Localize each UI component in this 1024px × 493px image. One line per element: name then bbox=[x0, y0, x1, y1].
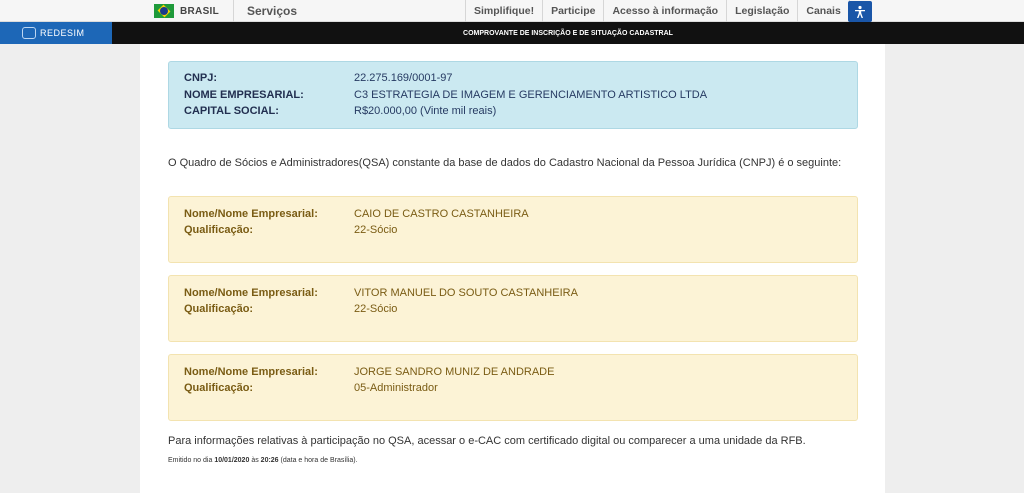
link-legislacao[interactable]: Legislação bbox=[727, 0, 799, 22]
main-content: CNPJ: 22.275.169/0001-97 NOME EMPRESARIA… bbox=[140, 44, 885, 493]
partner-name-value: JORGE SANDRO MUNIZ DE ANDRADE bbox=[354, 366, 555, 378]
gov-top-bar: BRASIL Serviços Simplifique! Participe A… bbox=[0, 0, 1024, 22]
link-simplifique[interactable]: Simplifique! bbox=[466, 0, 544, 22]
brazil-flag-icon bbox=[154, 4, 174, 18]
gov-links: Simplifique! Participe Acesso à informaç… bbox=[466, 0, 850, 22]
cnpj-label: CNPJ: bbox=[184, 72, 218, 84]
partner-role-value: 22-Sócio bbox=[354, 303, 398, 315]
partner-card: Nome/Nome Empresarial: CAIO DE CASTRO CA… bbox=[168, 196, 858, 263]
capital-value: R$20.000,00 (Vinte mil reais) bbox=[354, 105, 497, 117]
redesim-label: REDESIM bbox=[40, 28, 85, 38]
redesim-mark-icon bbox=[22, 27, 36, 39]
brasil-label: BRASIL bbox=[180, 5, 220, 17]
partner-role-value: 05-Administrador bbox=[354, 382, 438, 394]
company-name-label: NOME EMPRESARIAL: bbox=[184, 89, 304, 101]
partner-role-label: Qualificação: bbox=[184, 382, 254, 394]
emission-suffix: (data e hora de Brasília). bbox=[280, 457, 358, 464]
partner-name-label: Nome/Nome Empresarial: bbox=[184, 366, 318, 378]
partner-role-value: 22-Sócio bbox=[354, 224, 398, 236]
servicos-label: Serviços bbox=[247, 4, 298, 18]
company-name-value: C3 ESTRATEGIA DE IMAGEM E GERENCIAMENTO … bbox=[354, 89, 708, 101]
partner-name-label: Nome/Nome Empresarial: bbox=[184, 287, 318, 299]
redesim-logo[interactable]: REDESIM bbox=[0, 22, 112, 44]
link-canais[interactable]: Canais bbox=[798, 0, 850, 22]
link-acesso-informacao[interactable]: Acesso à informação bbox=[604, 0, 728, 22]
partner-name-label: Nome/Nome Empresarial: bbox=[184, 208, 318, 220]
emission-date: 10/01/2020 bbox=[214, 457, 250, 464]
emission-middle: às bbox=[251, 457, 259, 464]
accessibility-icon[interactable] bbox=[848, 1, 872, 22]
emission-prefix: Emitido no dia bbox=[168, 457, 213, 464]
company-info-box: CNPJ: 22.275.169/0001-97 NOME EMPRESARIA… bbox=[168, 61, 858, 129]
capital-label: CAPITAL SOCIAL: bbox=[184, 105, 279, 117]
partner-card: Nome/Nome Empresarial: VITOR MANUEL DO S… bbox=[168, 275, 858, 342]
servicos-link[interactable]: Serviços bbox=[234, 0, 466, 22]
qsa-footnote: Para informações relativas à participaçã… bbox=[168, 435, 806, 447]
header-bar: REDESIM COMPROVANTE DE INSCRIÇÃO E DE SI… bbox=[0, 22, 1024, 44]
page-title: COMPROVANTE DE INSCRIÇÃO E DE SITUAÇÃO C… bbox=[463, 29, 673, 37]
cnpj-value: 22.275.169/0001-97 bbox=[354, 72, 453, 84]
brasil-link[interactable]: BRASIL bbox=[146, 0, 234, 22]
emission-time: 20:26 bbox=[260, 457, 279, 464]
partner-role-label: Qualificação: bbox=[184, 303, 254, 315]
partner-name-value: CAIO DE CASTRO CASTANHEIRA bbox=[354, 208, 529, 220]
partner-role-label: Qualificação: bbox=[184, 224, 254, 236]
partner-name-value: VITOR MANUEL DO SOUTO CASTANHEIRA bbox=[354, 287, 578, 299]
qsa-intro-text: O Quadro de Sócios e Administradores(QSA… bbox=[168, 157, 842, 169]
link-participe[interactable]: Participe bbox=[543, 0, 605, 22]
emission-timestamp: Emitido no dia 10/01/2020 às 20:26 (data… bbox=[168, 457, 358, 464]
partner-card: Nome/Nome Empresarial: JORGE SANDRO MUNI… bbox=[168, 354, 858, 421]
